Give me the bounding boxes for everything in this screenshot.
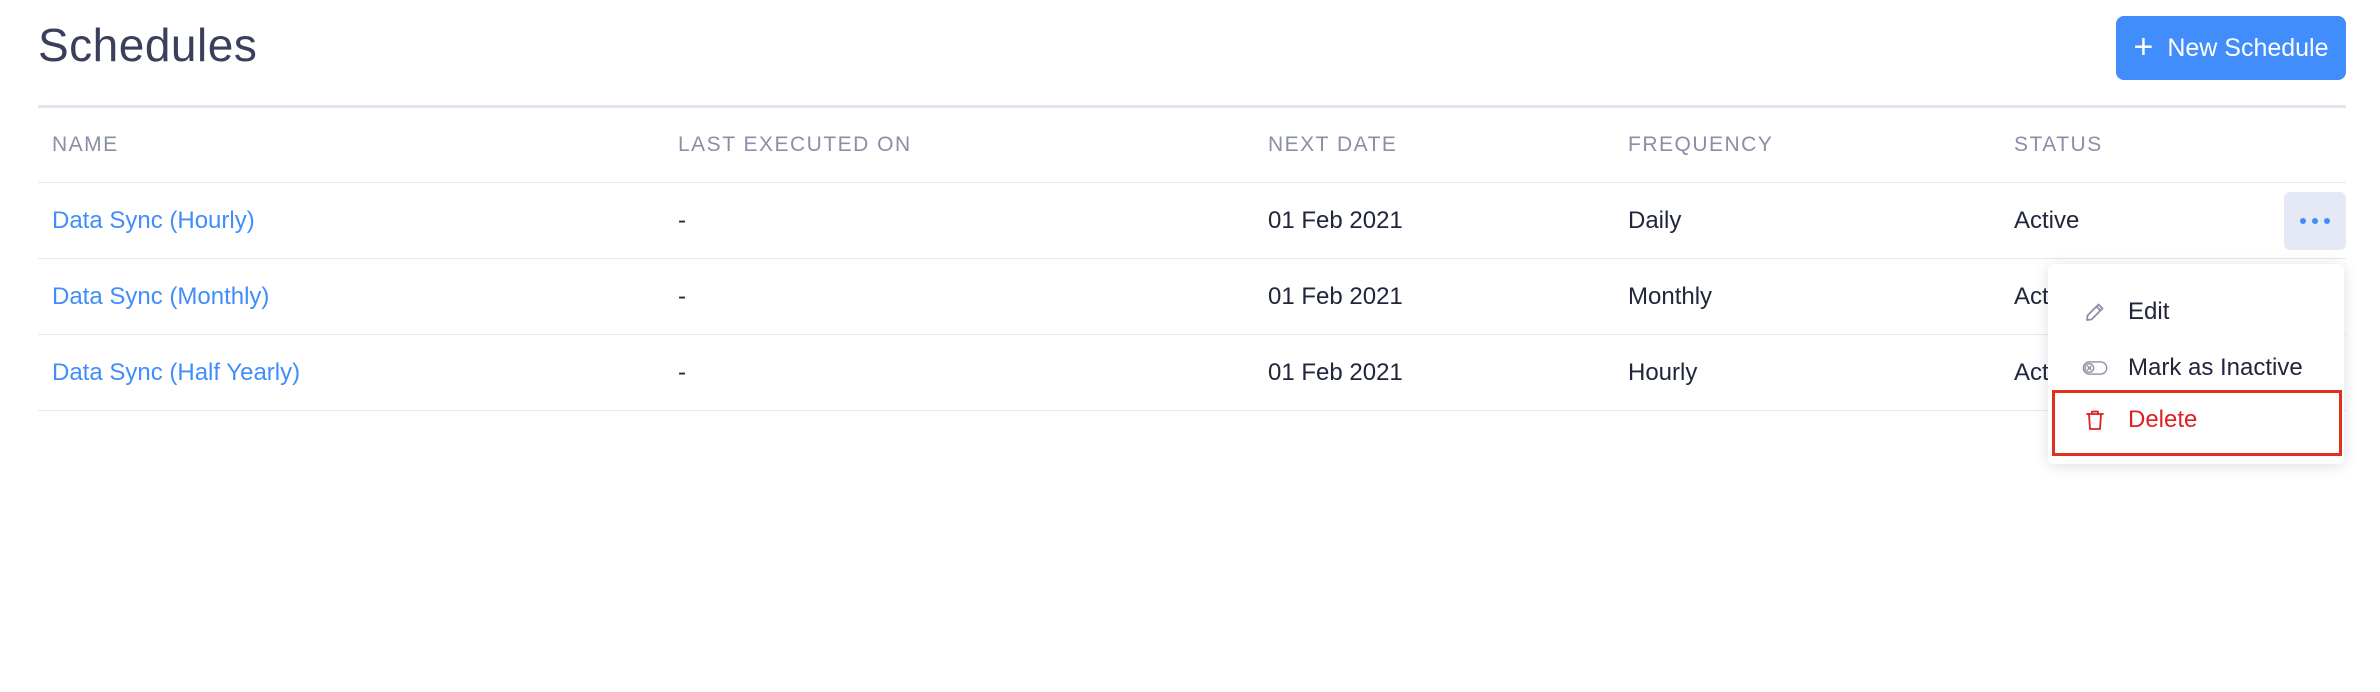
last-executed-cell: - bbox=[678, 282, 686, 310]
menu-item-mark-inactive[interactable]: Mark as Inactive bbox=[2048, 340, 2344, 396]
page-title: Schedules bbox=[38, 19, 258, 71]
more-horizontal-icon bbox=[2312, 218, 2318, 224]
last-executed-cell: - bbox=[678, 358, 686, 386]
column-header-frequency[interactable]: FREQUENCY bbox=[1628, 108, 1773, 182]
table-row[interactable]: Data Sync (Hourly) - 01 Feb 2021 Daily A… bbox=[38, 183, 2346, 259]
pencil-icon bbox=[2082, 299, 2108, 325]
column-header-name[interactable]: NAME bbox=[52, 108, 119, 182]
status-cell: Act bbox=[2014, 358, 2049, 386]
plus-icon: + bbox=[2133, 27, 2154, 66]
status-cell: Active bbox=[2014, 206, 2080, 234]
schedules-table: NAME LAST EXECUTED ON NEXT DATE FREQUENC… bbox=[38, 108, 2346, 411]
frequency-cell: Monthly bbox=[1628, 282, 1713, 310]
frequency-cell: Hourly bbox=[1628, 358, 1698, 386]
menu-item-label: Edit bbox=[2128, 298, 2170, 325]
next-date-cell: 01 Feb 2021 bbox=[1268, 282, 1403, 310]
next-date-cell: 01 Feb 2021 bbox=[1268, 358, 1403, 386]
column-header-next-date[interactable]: NEXT DATE bbox=[1268, 108, 1397, 182]
menu-item-edit[interactable]: Edit bbox=[2048, 284, 2344, 340]
new-schedule-label: New Schedule bbox=[2167, 33, 2329, 62]
schedule-name-link[interactable]: Data Sync (Monthly) bbox=[52, 259, 269, 334]
schedule-name-link[interactable]: Data Sync (Hourly) bbox=[52, 183, 255, 258]
table-row[interactable]: Data Sync (Half Yearly) - 01 Feb 2021 Ho… bbox=[38, 335, 2346, 411]
row-actions-button[interactable] bbox=[2284, 192, 2346, 250]
frequency-cell: Daily bbox=[1628, 206, 1682, 234]
table-header-row: NAME LAST EXECUTED ON NEXT DATE FREQUENC… bbox=[38, 108, 2346, 183]
toggle-off-icon bbox=[2082, 355, 2108, 381]
status-cell: Act bbox=[2014, 282, 2049, 310]
row-actions-menu: Edit Mark as Inactive Delete bbox=[2048, 264, 2344, 464]
column-header-status[interactable]: STATUS bbox=[2014, 108, 2103, 182]
menu-item-label: Delete bbox=[2128, 406, 2198, 433]
last-executed-cell: - bbox=[678, 206, 686, 234]
more-horizontal-icon bbox=[2300, 218, 2306, 224]
menu-item-delete[interactable]: Delete bbox=[2048, 392, 2344, 448]
more-horizontal-icon bbox=[2324, 218, 2330, 224]
menu-item-label: Mark as Inactive bbox=[2128, 354, 2303, 381]
trash-icon bbox=[2082, 407, 2108, 433]
column-header-last-executed[interactable]: LAST EXECUTED ON bbox=[678, 108, 912, 182]
schedule-name-link[interactable]: Data Sync (Half Yearly) bbox=[52, 335, 300, 410]
new-schedule-button[interactable]: + New Schedule bbox=[2116, 16, 2346, 80]
table-row[interactable]: Data Sync (Monthly) - 01 Feb 2021 Monthl… bbox=[38, 259, 2346, 335]
next-date-cell: 01 Feb 2021 bbox=[1268, 206, 1403, 234]
